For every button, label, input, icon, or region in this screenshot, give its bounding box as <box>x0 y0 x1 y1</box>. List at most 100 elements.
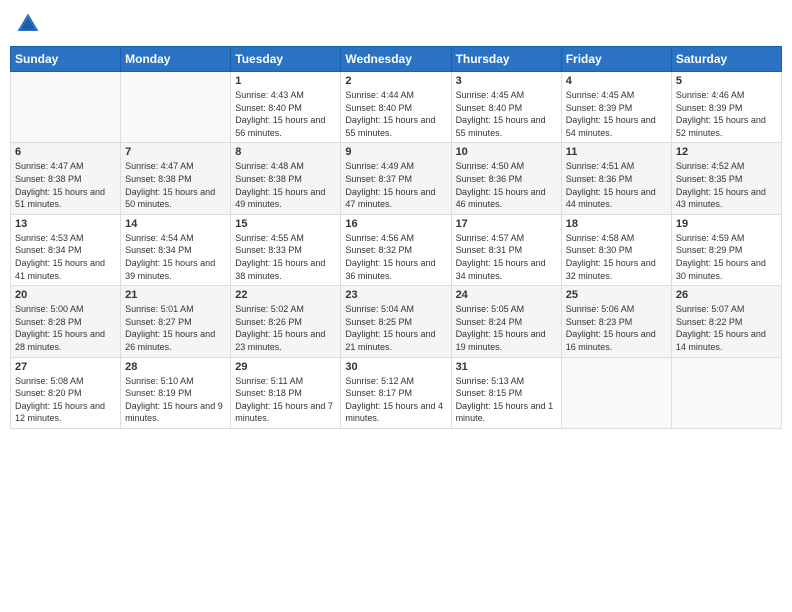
logo-icon <box>14 10 42 38</box>
day-number: 31 <box>456 361 557 373</box>
day-of-week-header: Saturday <box>671 47 781 72</box>
calendar-cell: 22 Sunrise: 5:02 AMSunset: 8:26 PMDayligh… <box>231 286 341 357</box>
day-of-week-header: Wednesday <box>341 47 451 72</box>
calendar-cell: 9 Sunrise: 4:49 AMSunset: 8:37 PMDaylight… <box>341 143 451 214</box>
day-number: 5 <box>676 75 777 87</box>
day-number: 25 <box>566 289 667 301</box>
day-info: Sunrise: 4:44 AMSunset: 8:40 PMDaylight:… <box>345 89 446 139</box>
day-info: Sunrise: 4:55 AMSunset: 8:33 PMDaylight:… <box>235 232 336 282</box>
day-info: Sunrise: 4:43 AMSunset: 8:40 PMDaylight:… <box>235 89 336 139</box>
day-of-week-header: Thursday <box>451 47 561 72</box>
day-number: 1 <box>235 75 336 87</box>
day-number: 12 <box>676 146 777 158</box>
calendar-table: SundayMondayTuesdayWednesdayThursdayFrid… <box>10 46 782 429</box>
calendar-cell: 3 Sunrise: 4:45 AMSunset: 8:40 PMDaylight… <box>451 72 561 143</box>
day-number: 4 <box>566 75 667 87</box>
calendar-cell: 19Sunrise: 4:59 AMSunset: 8:29 PMDayligh… <box>671 214 781 285</box>
day-of-week-header: Sunday <box>11 47 121 72</box>
day-info: Sunrise: 5:02 AMSunset: 8:26 PMDaylight:… <box>235 303 336 353</box>
day-number: 9 <box>345 146 446 158</box>
day-info: Sunrise: 5:00 AMSunset: 8:28 PMDaylight:… <box>15 303 116 353</box>
calendar-cell: 6Sunrise: 4:47 AMSunset: 8:38 PMDaylight… <box>11 143 121 214</box>
day-of-week-header: Friday <box>561 47 671 72</box>
day-info: Sunrise: 4:53 AMSunset: 8:34 PMDaylight:… <box>15 232 116 282</box>
calendar-cell: 31 Sunrise: 5:13 AMSunset: 8:15 PMDayligh… <box>451 357 561 428</box>
day-info: Sunrise: 5:07 AMSunset: 8:22 PMDaylight:… <box>676 303 777 353</box>
calendar-cell: 17 Sunrise: 4:57 AMSunset: 8:31 PMDayligh… <box>451 214 561 285</box>
day-info: Sunrise: 4:56 AMSunset: 8:32 PMDaylight:… <box>345 232 446 282</box>
day-number: 7 <box>125 146 226 158</box>
calendar-cell: 18 Sunrise: 4:58 AMSunset: 8:30 PMDayligh… <box>561 214 671 285</box>
day-number: 6 <box>15 146 116 158</box>
day-info: Sunrise: 4:47 AMSunset: 8:38 PMDaylight:… <box>125 160 226 210</box>
calendar-cell: 23Sunrise: 5:04 AMSunset: 8:25 PMDayligh… <box>341 286 451 357</box>
calendar-week-row: 1 Sunrise: 4:43 AMSunset: 8:40 PMDaylight… <box>11 72 782 143</box>
calendar-week-row: 27 Sunrise: 5:08 AMSunset: 8:20 PMDayligh… <box>11 357 782 428</box>
day-of-week-header: Tuesday <box>231 47 341 72</box>
calendar-cell: 2Sunrise: 4:44 AMSunset: 8:40 PMDaylight… <box>341 72 451 143</box>
day-info: Sunrise: 5:12 AMSunset: 8:17 PMDaylight:… <box>345 375 446 425</box>
day-info: Sunrise: 4:54 AMSunset: 8:34 PMDaylight:… <box>125 232 226 282</box>
logo <box>14 10 44 38</box>
calendar-cell: 16 Sunrise: 4:56 AMSunset: 8:32 PMDayligh… <box>341 214 451 285</box>
day-number: 29 <box>235 361 336 373</box>
calendar-cell <box>11 72 121 143</box>
day-info: Sunrise: 5:06 AMSunset: 8:23 PMDaylight:… <box>566 303 667 353</box>
day-number: 16 <box>345 218 446 230</box>
calendar-cell: 30 Sunrise: 5:12 AMSunset: 8:17 PMDayligh… <box>341 357 451 428</box>
day-info: Sunrise: 4:45 AMSunset: 8:39 PMDaylight:… <box>566 89 667 139</box>
day-info: Sunrise: 4:45 AMSunset: 8:40 PMDaylight:… <box>456 89 557 139</box>
calendar-cell: 13 Sunrise: 4:53 AMSunset: 8:34 PMDayligh… <box>11 214 121 285</box>
calendar-cell: 21 Sunrise: 5:01 AMSunset: 8:27 PMDayligh… <box>121 286 231 357</box>
page-header <box>10 10 782 38</box>
day-number: 17 <box>456 218 557 230</box>
day-number: 8 <box>235 146 336 158</box>
calendar-cell: 29 Sunrise: 5:11 AMSunset: 8:18 PMDayligh… <box>231 357 341 428</box>
calendar-cell: 7 Sunrise: 4:47 AMSunset: 8:38 PMDaylight… <box>121 143 231 214</box>
day-number: 15 <box>235 218 336 230</box>
calendar-cell <box>121 72 231 143</box>
day-number: 21 <box>125 289 226 301</box>
day-info: Sunrise: 5:01 AMSunset: 8:27 PMDaylight:… <box>125 303 226 353</box>
calendar-cell: 12 Sunrise: 4:52 AMSunset: 8:35 PMDayligh… <box>671 143 781 214</box>
day-number: 28 <box>125 361 226 373</box>
calendar-cell: 5 Sunrise: 4:46 AMSunset: 8:39 PMDaylight… <box>671 72 781 143</box>
day-info: Sunrise: 5:11 AMSunset: 8:18 PMDaylight:… <box>235 375 336 425</box>
calendar-cell: 14 Sunrise: 4:54 AMSunset: 8:34 PMDayligh… <box>121 214 231 285</box>
day-info: Sunrise: 4:59 AMSunset: 8:29 PMDaylight:… <box>676 232 777 282</box>
day-number: 26 <box>676 289 777 301</box>
day-info: Sunrise: 4:57 AMSunset: 8:31 PMDaylight:… <box>456 232 557 282</box>
day-number: 22 <box>235 289 336 301</box>
day-number: 30 <box>345 361 446 373</box>
day-info: Sunrise: 4:51 AMSunset: 8:36 PMDaylight:… <box>566 160 667 210</box>
day-number: 14 <box>125 218 226 230</box>
day-info: Sunrise: 5:10 AMSunset: 8:19 PMDaylight:… <box>125 375 226 425</box>
day-number: 27 <box>15 361 116 373</box>
day-info: Sunrise: 5:05 AMSunset: 8:24 PMDaylight:… <box>456 303 557 353</box>
calendar-cell: 25 Sunrise: 5:06 AMSunset: 8:23 PMDayligh… <box>561 286 671 357</box>
calendar-cell: 4 Sunrise: 4:45 AMSunset: 8:39 PMDaylight… <box>561 72 671 143</box>
calendar-cell: 28 Sunrise: 5:10 AMSunset: 8:19 PMDayligh… <box>121 357 231 428</box>
day-info: Sunrise: 5:13 AMSunset: 8:15 PMDaylight:… <box>456 375 557 425</box>
calendar-cell: 1 Sunrise: 4:43 AMSunset: 8:40 PMDaylight… <box>231 72 341 143</box>
calendar-cell <box>671 357 781 428</box>
day-info: Sunrise: 4:58 AMSunset: 8:30 PMDaylight:… <box>566 232 667 282</box>
day-info: Sunrise: 4:46 AMSunset: 8:39 PMDaylight:… <box>676 89 777 139</box>
day-number: 24 <box>456 289 557 301</box>
calendar-cell: 11Sunrise: 4:51 AMSunset: 8:36 PMDayligh… <box>561 143 671 214</box>
day-info: Sunrise: 5:04 AMSunset: 8:25 PMDaylight:… <box>345 303 446 353</box>
day-info: Sunrise: 4:52 AMSunset: 8:35 PMDaylight:… <box>676 160 777 210</box>
calendar-cell: 8Sunrise: 4:48 AMSunset: 8:38 PMDaylight… <box>231 143 341 214</box>
calendar-week-row: 20Sunrise: 5:00 AMSunset: 8:28 PMDayligh… <box>11 286 782 357</box>
day-number: 13 <box>15 218 116 230</box>
day-number: 10 <box>456 146 557 158</box>
calendar-cell: 10 Sunrise: 4:50 AMSunset: 8:36 PMDayligh… <box>451 143 561 214</box>
day-of-week-header: Monday <box>121 47 231 72</box>
day-number: 3 <box>456 75 557 87</box>
day-number: 18 <box>566 218 667 230</box>
day-info: Sunrise: 4:49 AMSunset: 8:37 PMDaylight:… <box>345 160 446 210</box>
day-info: Sunrise: 4:50 AMSunset: 8:36 PMDaylight:… <box>456 160 557 210</box>
calendar-cell: 15 Sunrise: 4:55 AMSunset: 8:33 PMDayligh… <box>231 214 341 285</box>
day-info: Sunrise: 5:08 AMSunset: 8:20 PMDaylight:… <box>15 375 116 425</box>
calendar-cell <box>561 357 671 428</box>
